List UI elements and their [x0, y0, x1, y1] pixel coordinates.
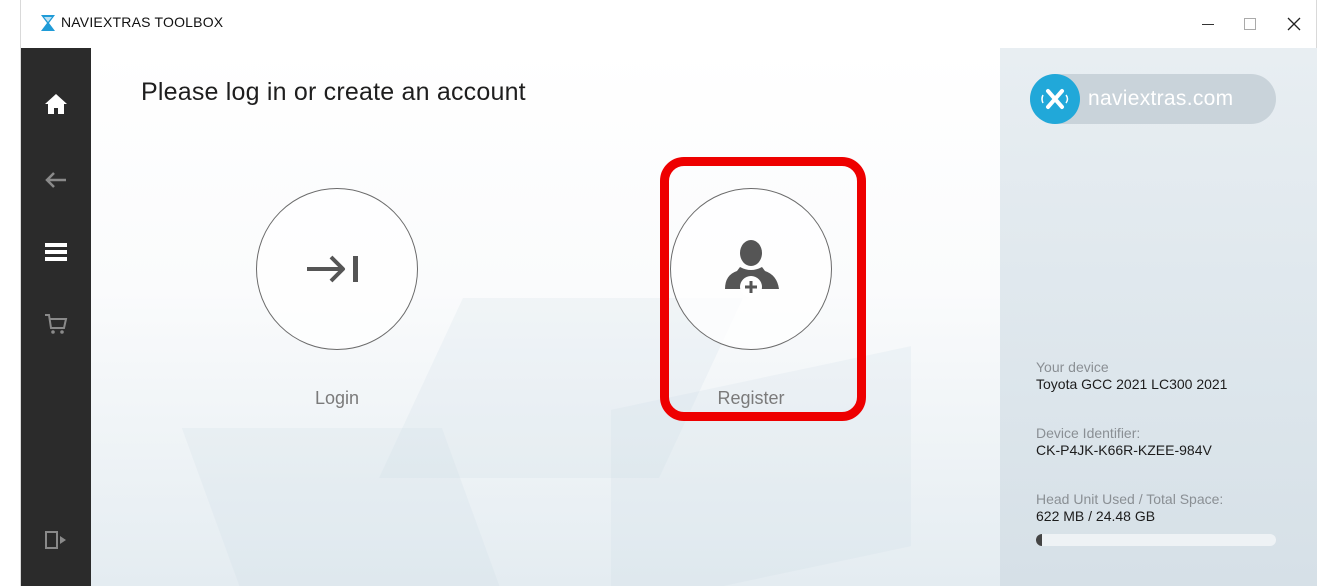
- app-logo-icon: [39, 14, 57, 32]
- logout-icon: [45, 531, 66, 549]
- minimize-icon: [1202, 23, 1214, 25]
- sidebar-item-back[interactable]: [21, 152, 91, 208]
- identifier-value: CK-P4JK-K66R-KZEE-984V: [1036, 442, 1212, 458]
- maximize-button[interactable]: [1228, 8, 1272, 40]
- minimize-button[interactable]: [1186, 8, 1230, 40]
- sidebar-item-home[interactable]: [21, 76, 91, 132]
- naviextras-link[interactable]: naviextras.com: [1030, 74, 1276, 124]
- identifier-info: Device Identifier: CK-P4JK-K66R-KZEE-984…: [1036, 425, 1212, 459]
- sidebar: [21, 48, 91, 586]
- sidebar-item-cart[interactable]: [21, 296, 91, 352]
- login-action: Login: [255, 188, 419, 408]
- device-label: Your device: [1036, 359, 1109, 375]
- app-title: NAVIEXTRAS TOOLBOX: [61, 14, 224, 30]
- space-value: 622 MB / 24.48 GB: [1036, 508, 1156, 524]
- sidebar-item-menu[interactable]: [21, 224, 91, 280]
- register-highlight: [660, 157, 866, 421]
- home-icon: [45, 94, 67, 114]
- app-window: NAVIEXTRAS TOOLBOX Please log in or crea…: [20, 0, 1317, 586]
- close-icon: [1287, 17, 1301, 31]
- device-value: Toyota GCC 2021 LC300 2021: [1036, 376, 1228, 392]
- close-button[interactable]: [1272, 8, 1316, 40]
- login-label[interactable]: Login: [255, 388, 419, 409]
- space-label: Head Unit Used / Total Space:: [1036, 491, 1224, 507]
- device-info: Your device Toyota GCC 2021 LC300 2021: [1036, 359, 1227, 393]
- identifier-label: Device Identifier:: [1036, 425, 1141, 441]
- login-button[interactable]: [256, 188, 418, 350]
- storage-progress-bar: [1036, 534, 1276, 546]
- space-info: Head Unit Used / Total Space: 622 MB / 2…: [1036, 491, 1223, 525]
- naviextras-logo-icon: [1030, 74, 1080, 124]
- page-title: Please log in or create an account: [141, 78, 526, 106]
- title-bar: NAVIEXTRAS TOOLBOX: [21, 0, 1316, 48]
- hamburger-menu-icon: [45, 243, 67, 261]
- main-content: Please log in or create an account Login: [91, 48, 1000, 586]
- storage-progress-fill: [1036, 534, 1042, 546]
- device-info-panel: naviextras.com Your device Toyota GCC 20…: [1000, 48, 1317, 586]
- arrow-left-icon: [45, 172, 66, 188]
- sidebar-item-logout[interactable]: [21, 512, 91, 568]
- maximize-icon: [1244, 18, 1256, 30]
- naviextras-link-text: naviextras.com: [1088, 87, 1234, 110]
- cart-icon: [45, 314, 68, 334]
- login-arrow-icon: [307, 255, 358, 283]
